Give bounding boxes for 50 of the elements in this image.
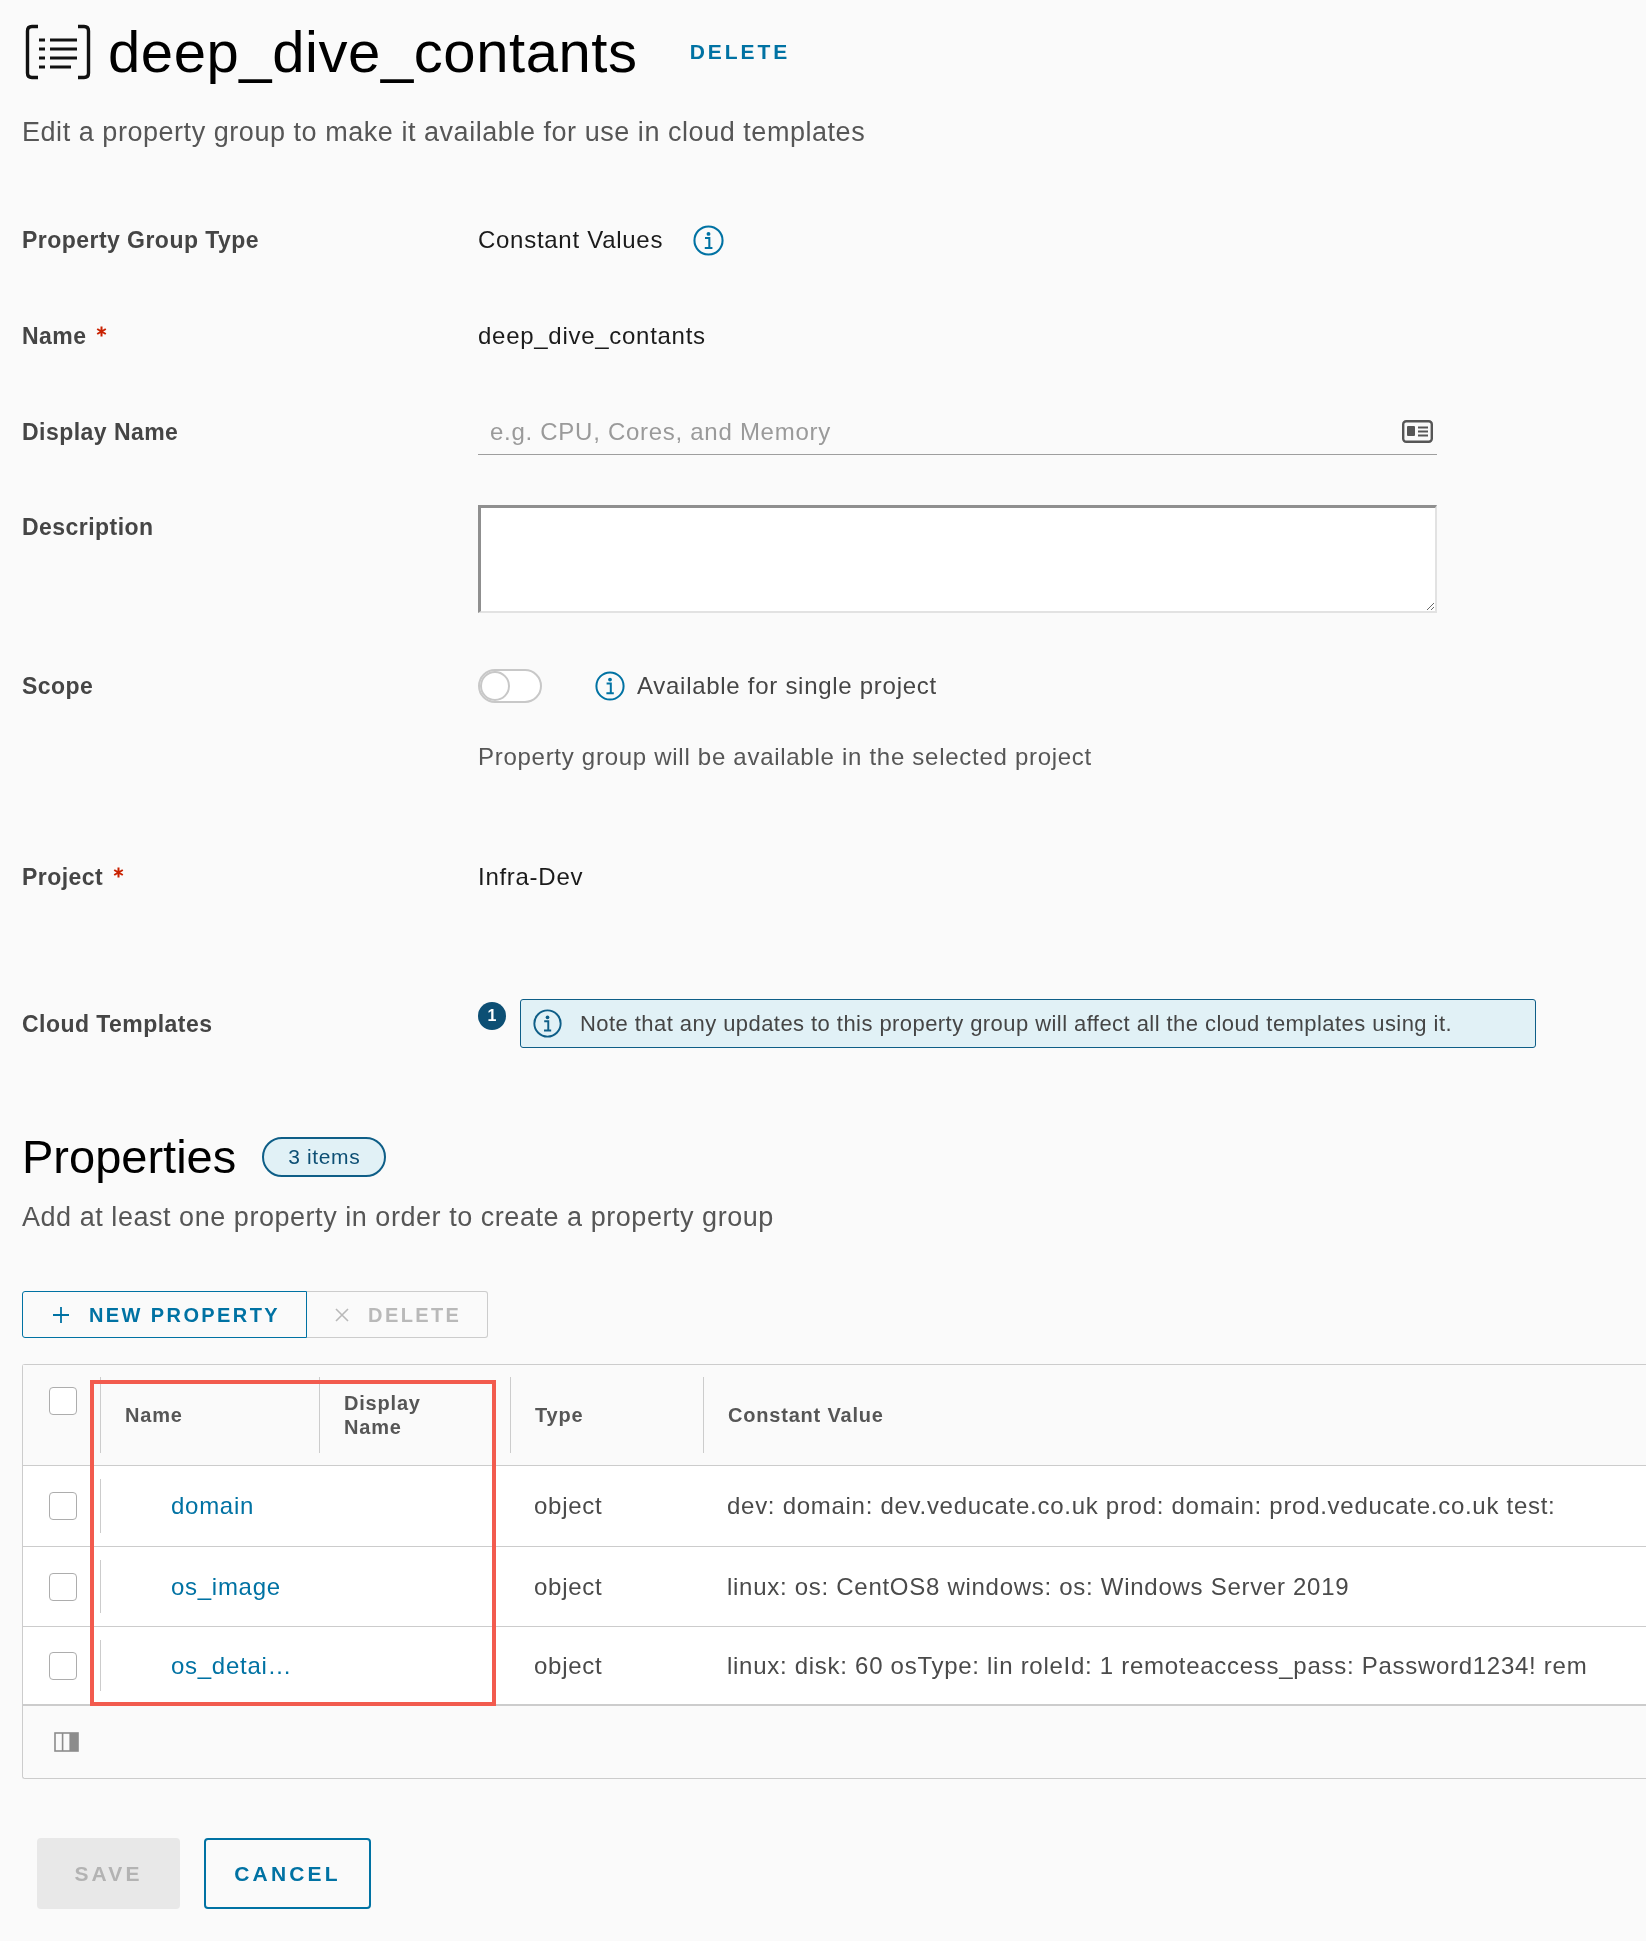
section-description: Add at least one property in order to create a property group [22,1202,775,1232]
page-title: deep_dive_contants [108,18,638,86]
row-checkbox[interactable] [49,1572,77,1601]
scope-label: Available for single project [637,672,937,700]
field-label: Cloud Templates [22,1009,213,1038]
page-subtitle: Edit a property group to make it available for use in cloud templates [22,117,867,147]
item-count-badge: 3 items [262,1137,387,1177]
field-label: Name [22,322,87,350]
cancel-button[interactable]: CANCEL [204,1838,371,1909]
new-property-button[interactable]: NEW PROPERTY [22,1291,308,1338]
column-header[interactable]: Display Name [344,1391,434,1439]
table-cell-text: dev: domain: dev.veducate.co.uk prod: domain: prod.veducate.co.uk test: [727,1491,1556,1521]
display-name-input[interactable]: e.g. CPU, Cores, and Memory [490,409,1394,454]
section-title: Properties [22,1129,237,1185]
info-icon[interactable] [693,224,725,256]
alert-message: Note that any updates to this property group will affect all the cloud templates using it. [580,1010,1452,1038]
property-name-link[interactable]: domain [171,1488,255,1524]
row-checkbox[interactable] [49,1651,77,1680]
close-icon [335,1307,350,1322]
table-cell-text: linux: os: CentOS8 windows: os: Windows Server 2019 [727,1571,1350,1602]
table-cell-text: linux: disk: 60 osType: lin roleId: 1 remoteaccess_pass: Password1234! rem [727,1650,1588,1681]
row-checkbox[interactable] [49,1492,77,1520]
count-badge: 1 [478,1002,506,1030]
description-field[interactable] [478,505,1437,613]
field-label: Property Group Type [22,226,260,254]
column-toggle-icon[interactable] [54,1732,79,1752]
field-value: Infra-Dev [478,863,584,891]
scope-toggle[interactable] [478,669,542,703]
column-header[interactable]: Name [125,1403,183,1427]
table-cell-text: object [534,1571,603,1602]
table-cell-text: object [534,1491,603,1521]
field-label: Display Name [22,418,179,446]
select-all-checkbox[interactable] [49,1387,77,1415]
field-value: deep_dive_contants [478,322,706,350]
column-header[interactable]: Constant Value [728,1403,884,1427]
property-name-link[interactable]: os_image [171,1568,281,1605]
plus-icon [52,1305,70,1324]
delete-link[interactable]: DELETE [689,36,791,68]
field-label: Project [22,863,104,891]
field-label: Scope [22,672,94,700]
field-value: Constant Values [478,226,664,254]
property-name-link[interactable]: os_detai… [171,1647,293,1684]
info-icon[interactable] [595,671,625,701]
table-cell-text: object [534,1650,603,1681]
list-icon [25,24,91,80]
field-label: Description [22,513,154,541]
helper-text: Property group will be available in the selected project [478,743,1093,771]
info-icon [533,1009,562,1038]
column-header[interactable]: Type [535,1403,584,1427]
id-card-icon [1402,420,1433,443]
